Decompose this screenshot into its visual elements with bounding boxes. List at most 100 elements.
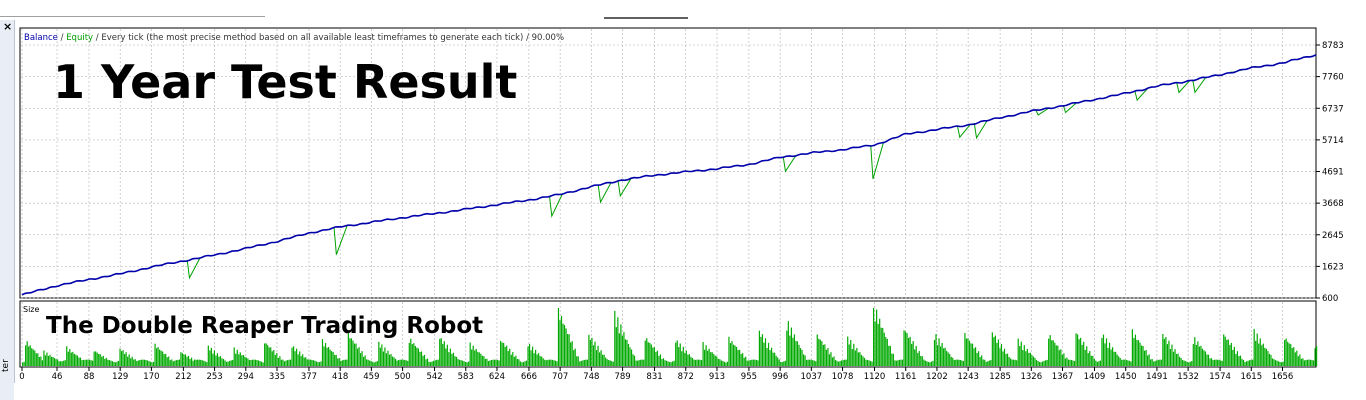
size-bar [1314, 348, 1316, 366]
size-bar [404, 359, 406, 366]
size-bar [664, 360, 666, 366]
size-bar [848, 344, 850, 366]
x-tick-label: 1078 [832, 372, 854, 382]
size-bar [1006, 353, 1009, 366]
size-bar [574, 348, 576, 366]
size-bar [407, 360, 409, 366]
size-bar [632, 354, 634, 366]
size-bar [1086, 346, 1088, 366]
size-bar [554, 360, 557, 366]
size-bar [570, 342, 572, 366]
size-bar [417, 348, 420, 366]
size-bar [1207, 354, 1210, 366]
y-tick-label: 6737 [1322, 104, 1344, 114]
size-bar [1133, 337, 1135, 366]
size-bar [384, 347, 386, 366]
size-bar [947, 352, 949, 366]
size-bar [807, 359, 809, 366]
size-bar [123, 354, 126, 366]
size-bar [1122, 359, 1124, 366]
size-bar [1005, 353, 1007, 366]
size-bar [291, 347, 293, 366]
size-bar [761, 334, 764, 366]
size-bar [1026, 348, 1028, 366]
size-bar [26, 341, 28, 366]
size-bar [375, 361, 377, 366]
size-bar [539, 356, 541, 366]
size-bar [268, 347, 270, 366]
size-bar [490, 360, 493, 366]
size-bar [84, 359, 86, 366]
size-bar [315, 361, 318, 366]
size-bar [918, 351, 920, 366]
size-bar [53, 358, 56, 366]
size-bar [796, 341, 799, 366]
legend-equity: Equity [66, 33, 93, 43]
size-bar [385, 353, 388, 366]
size-bar [506, 345, 508, 366]
overlay-subtitle: The Double Reaper Trading Robot [46, 313, 483, 339]
size-bar [178, 359, 181, 366]
size-bar [145, 359, 147, 366]
size-bar [576, 356, 578, 366]
size-bar [535, 349, 537, 366]
size-bar [1092, 355, 1094, 366]
size-bar [1142, 345, 1144, 366]
size-bar [559, 320, 561, 366]
size-bar [883, 332, 885, 366]
size-bar [589, 340, 592, 366]
size-bar [527, 346, 529, 366]
size-bar [1136, 339, 1138, 366]
x-tick-label: 418 [332, 372, 348, 382]
size-bar [991, 332, 993, 366]
size-bar [917, 353, 919, 366]
size-bar [786, 330, 788, 366]
size-bar [1083, 341, 1085, 366]
x-tick-label: 996 [772, 372, 788, 382]
balance-y-axis: 600 1623 2645 3668 4691 5714 6737 7760 8783 [1316, 41, 1344, 304]
size-bar [242, 354, 244, 366]
size-bar [1159, 359, 1161, 366]
size-bar [300, 356, 302, 366]
size-bar [519, 361, 522, 366]
size-bar [802, 354, 805, 366]
size-bar [932, 360, 934, 366]
size-bar [1156, 360, 1158, 366]
size-bar [676, 340, 678, 366]
size-bar [553, 360, 555, 366]
size-bar [224, 360, 226, 366]
size-bar [160, 350, 162, 366]
size-bar [446, 344, 448, 366]
x-tick-label: 748 [583, 372, 599, 382]
size-bar [177, 359, 179, 366]
size-label: Size [23, 305, 40, 314]
size-bar [204, 361, 206, 366]
size-bar [789, 335, 791, 366]
size-bar [655, 351, 657, 366]
size-bar [904, 331, 907, 366]
size-bar [166, 357, 168, 366]
size-bar [305, 357, 307, 366]
size-bar [320, 361, 322, 366]
x-tick-label: 459 [363, 372, 379, 382]
size-bar [401, 359, 403, 366]
size-bar [38, 356, 40, 366]
size-bar [650, 344, 652, 366]
size-bar [381, 344, 383, 366]
size-bar [22, 362, 24, 366]
size-bar [1242, 359, 1245, 366]
size-bar [927, 361, 929, 366]
size-bar [577, 356, 579, 366]
size-bar [603, 354, 605, 366]
size-bar [280, 359, 282, 366]
size-bar [1035, 360, 1038, 366]
size-bar [955, 359, 957, 366]
size-bar [1166, 344, 1169, 366]
size-bar [862, 356, 864, 366]
size-bar [1245, 361, 1248, 366]
size-bar [583, 359, 585, 366]
size-bar [92, 360, 94, 366]
size-bar [279, 356, 281, 366]
size-bar [842, 360, 844, 366]
x-tick-label: 789 [614, 372, 630, 382]
